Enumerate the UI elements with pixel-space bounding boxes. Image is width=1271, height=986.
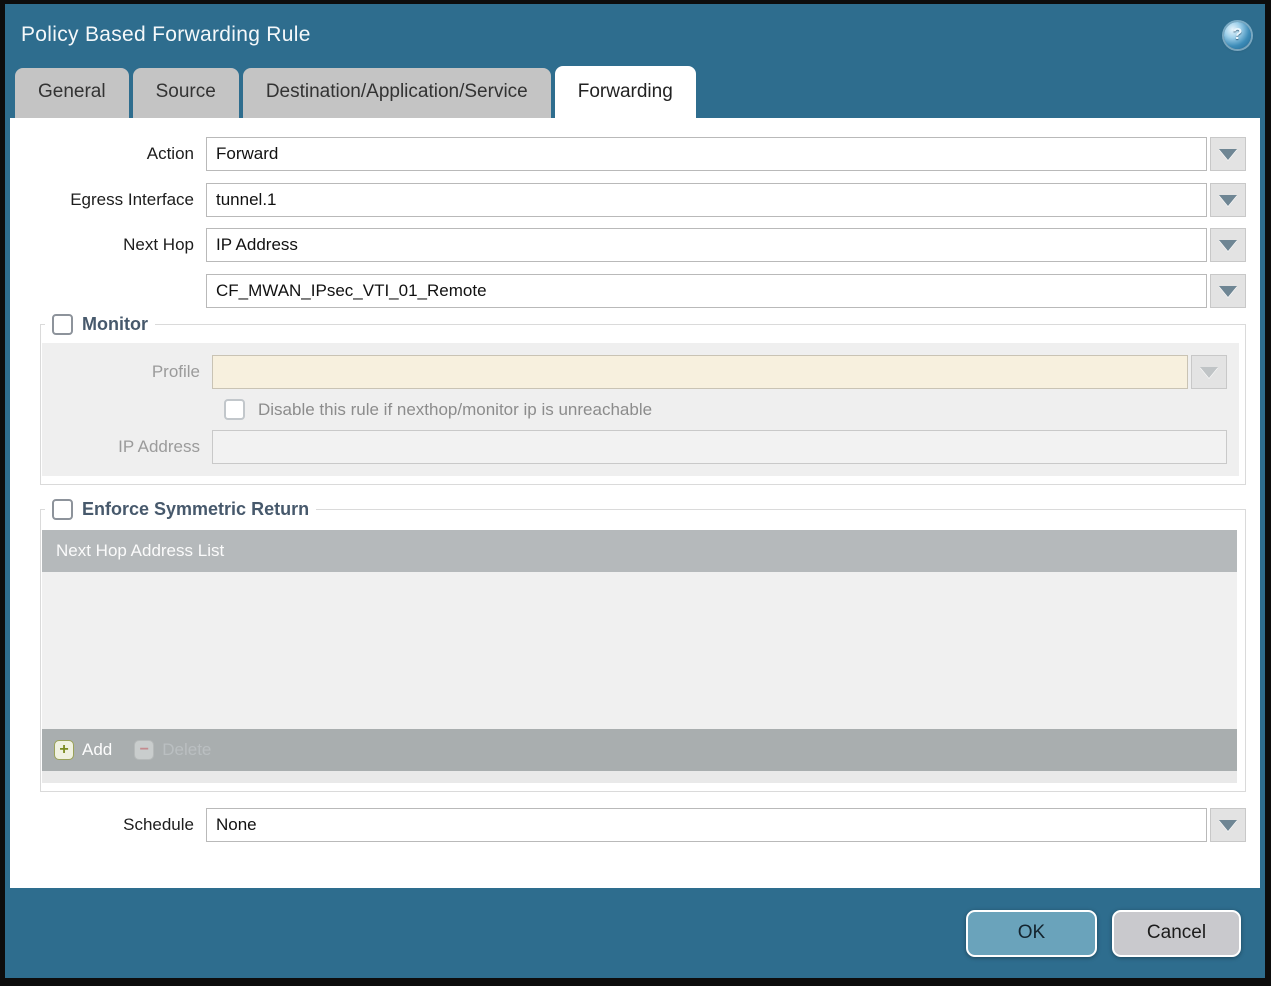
profile-input — [212, 355, 1188, 389]
profile-row: Profile — [54, 355, 1227, 389]
chevron-down-icon — [1219, 194, 1237, 206]
table-scroll-strip — [42, 771, 1237, 783]
monitor-ip-input — [212, 430, 1227, 464]
delete-button-label: Delete — [162, 740, 212, 759]
monitor-legend-label: Monitor — [82, 314, 148, 334]
chevron-down-icon — [1219, 819, 1237, 831]
tab-destination-application-service[interactable]: Destination/Application/Service — [242, 68, 551, 118]
chevron-down-icon — [1219, 148, 1237, 160]
forwarding-tab-panel: Action Egress Interface Ne — [10, 118, 1260, 888]
next-hop-address-input[interactable] — [206, 274, 1207, 308]
profile-dropdown-button — [1191, 355, 1227, 389]
ok-button[interactable]: OK — [966, 909, 1097, 957]
schedule-dropdown-button[interactable] — [1210, 808, 1246, 842]
plus-icon: + — [54, 740, 74, 760]
next-hop-address-row — [24, 274, 1246, 308]
next-hop-label: Next Hop — [123, 235, 194, 254]
monitor-ip-label: IP Address — [118, 437, 200, 456]
disable-rule-row: Disable this rule if nexthop/monitor ip … — [224, 399, 1227, 420]
next-hop-type-input[interactable] — [206, 228, 1207, 262]
next-hop-row: Next Hop — [24, 228, 1246, 262]
monitor-legend: Monitor — [45, 314, 155, 335]
schedule-label: Schedule — [123, 815, 194, 834]
next-hop-dropdown-button[interactable] — [1210, 228, 1246, 262]
egress-interface-row: Egress Interface — [24, 183, 1246, 217]
chevron-down-icon — [1200, 366, 1218, 378]
egress-interface-label: Egress Interface — [70, 190, 194, 209]
action-input[interactable] — [206, 137, 1207, 171]
minus-icon: − — [134, 740, 155, 760]
action-row: Action — [24, 137, 1246, 171]
tab-forwarding[interactable]: Forwarding — [554, 66, 696, 118]
monitor-ip-row: IP Address — [54, 430, 1227, 464]
add-button[interactable]: + Add — [54, 740, 112, 760]
policy-based-forwarding-dialog: Policy Based Forwarding Rule ? General S… — [5, 4, 1265, 978]
add-button-label: Add — [82, 740, 113, 759]
action-label: Action — [146, 144, 194, 163]
dialog-title: Policy Based Forwarding Rule — [21, 23, 311, 46]
monitor-fieldset: Monitor Profile Disable this rule if nex… — [40, 314, 1246, 485]
symmetric-return-fieldset: Enforce Symmetric Return Next Hop Addres… — [40, 499, 1246, 792]
disable-rule-checkbox — [224, 399, 245, 420]
disable-rule-label: Disable this rule if nexthop/monitor ip … — [258, 399, 653, 419]
monitor-panel: Profile Disable this rule if nexthop/mon… — [42, 343, 1239, 476]
cancel-button[interactable]: Cancel — [1112, 909, 1241, 957]
schedule-input[interactable] — [206, 808, 1207, 842]
next-hop-address-dropdown-button[interactable] — [1210, 274, 1246, 308]
chevron-down-icon — [1219, 239, 1237, 251]
table-header-label: Next Hop Address List — [56, 541, 225, 560]
action-dropdown-button[interactable] — [1210, 137, 1246, 171]
profile-label: Profile — [151, 362, 200, 381]
schedule-row: Schedule — [24, 808, 1246, 842]
table-footer: + Add − Delete — [42, 729, 1237, 771]
tab-strip: General Source Destination/Application/S… — [5, 66, 1265, 118]
table-body[interactable] — [42, 572, 1237, 729]
egress-interface-input[interactable] — [206, 183, 1207, 217]
chevron-down-icon — [1219, 285, 1237, 297]
dialog-frame: Policy Based Forwarding Rule ? General S… — [0, 0, 1271, 986]
symmetric-return-checkbox[interactable] — [52, 499, 73, 520]
tab-general[interactable]: General — [15, 68, 129, 118]
symmetric-return-legend: Enforce Symmetric Return — [45, 499, 316, 520]
table-header: Next Hop Address List — [42, 530, 1237, 572]
egress-interface-dropdown-button[interactable] — [1210, 183, 1246, 217]
title-bar: Policy Based Forwarding Rule ? — [5, 4, 1265, 66]
delete-button: − Delete — [134, 740, 211, 760]
tab-source[interactable]: Source — [132, 68, 239, 118]
dialog-footer: OK Cancel — [5, 888, 1265, 978]
monitor-checkbox[interactable] — [52, 314, 73, 335]
next-hop-address-list-table: Next Hop Address List + Add − Delete — [42, 530, 1237, 783]
symmetric-return-legend-label: Enforce Symmetric Return — [82, 499, 310, 519]
help-icon[interactable]: ? — [1224, 21, 1251, 49]
